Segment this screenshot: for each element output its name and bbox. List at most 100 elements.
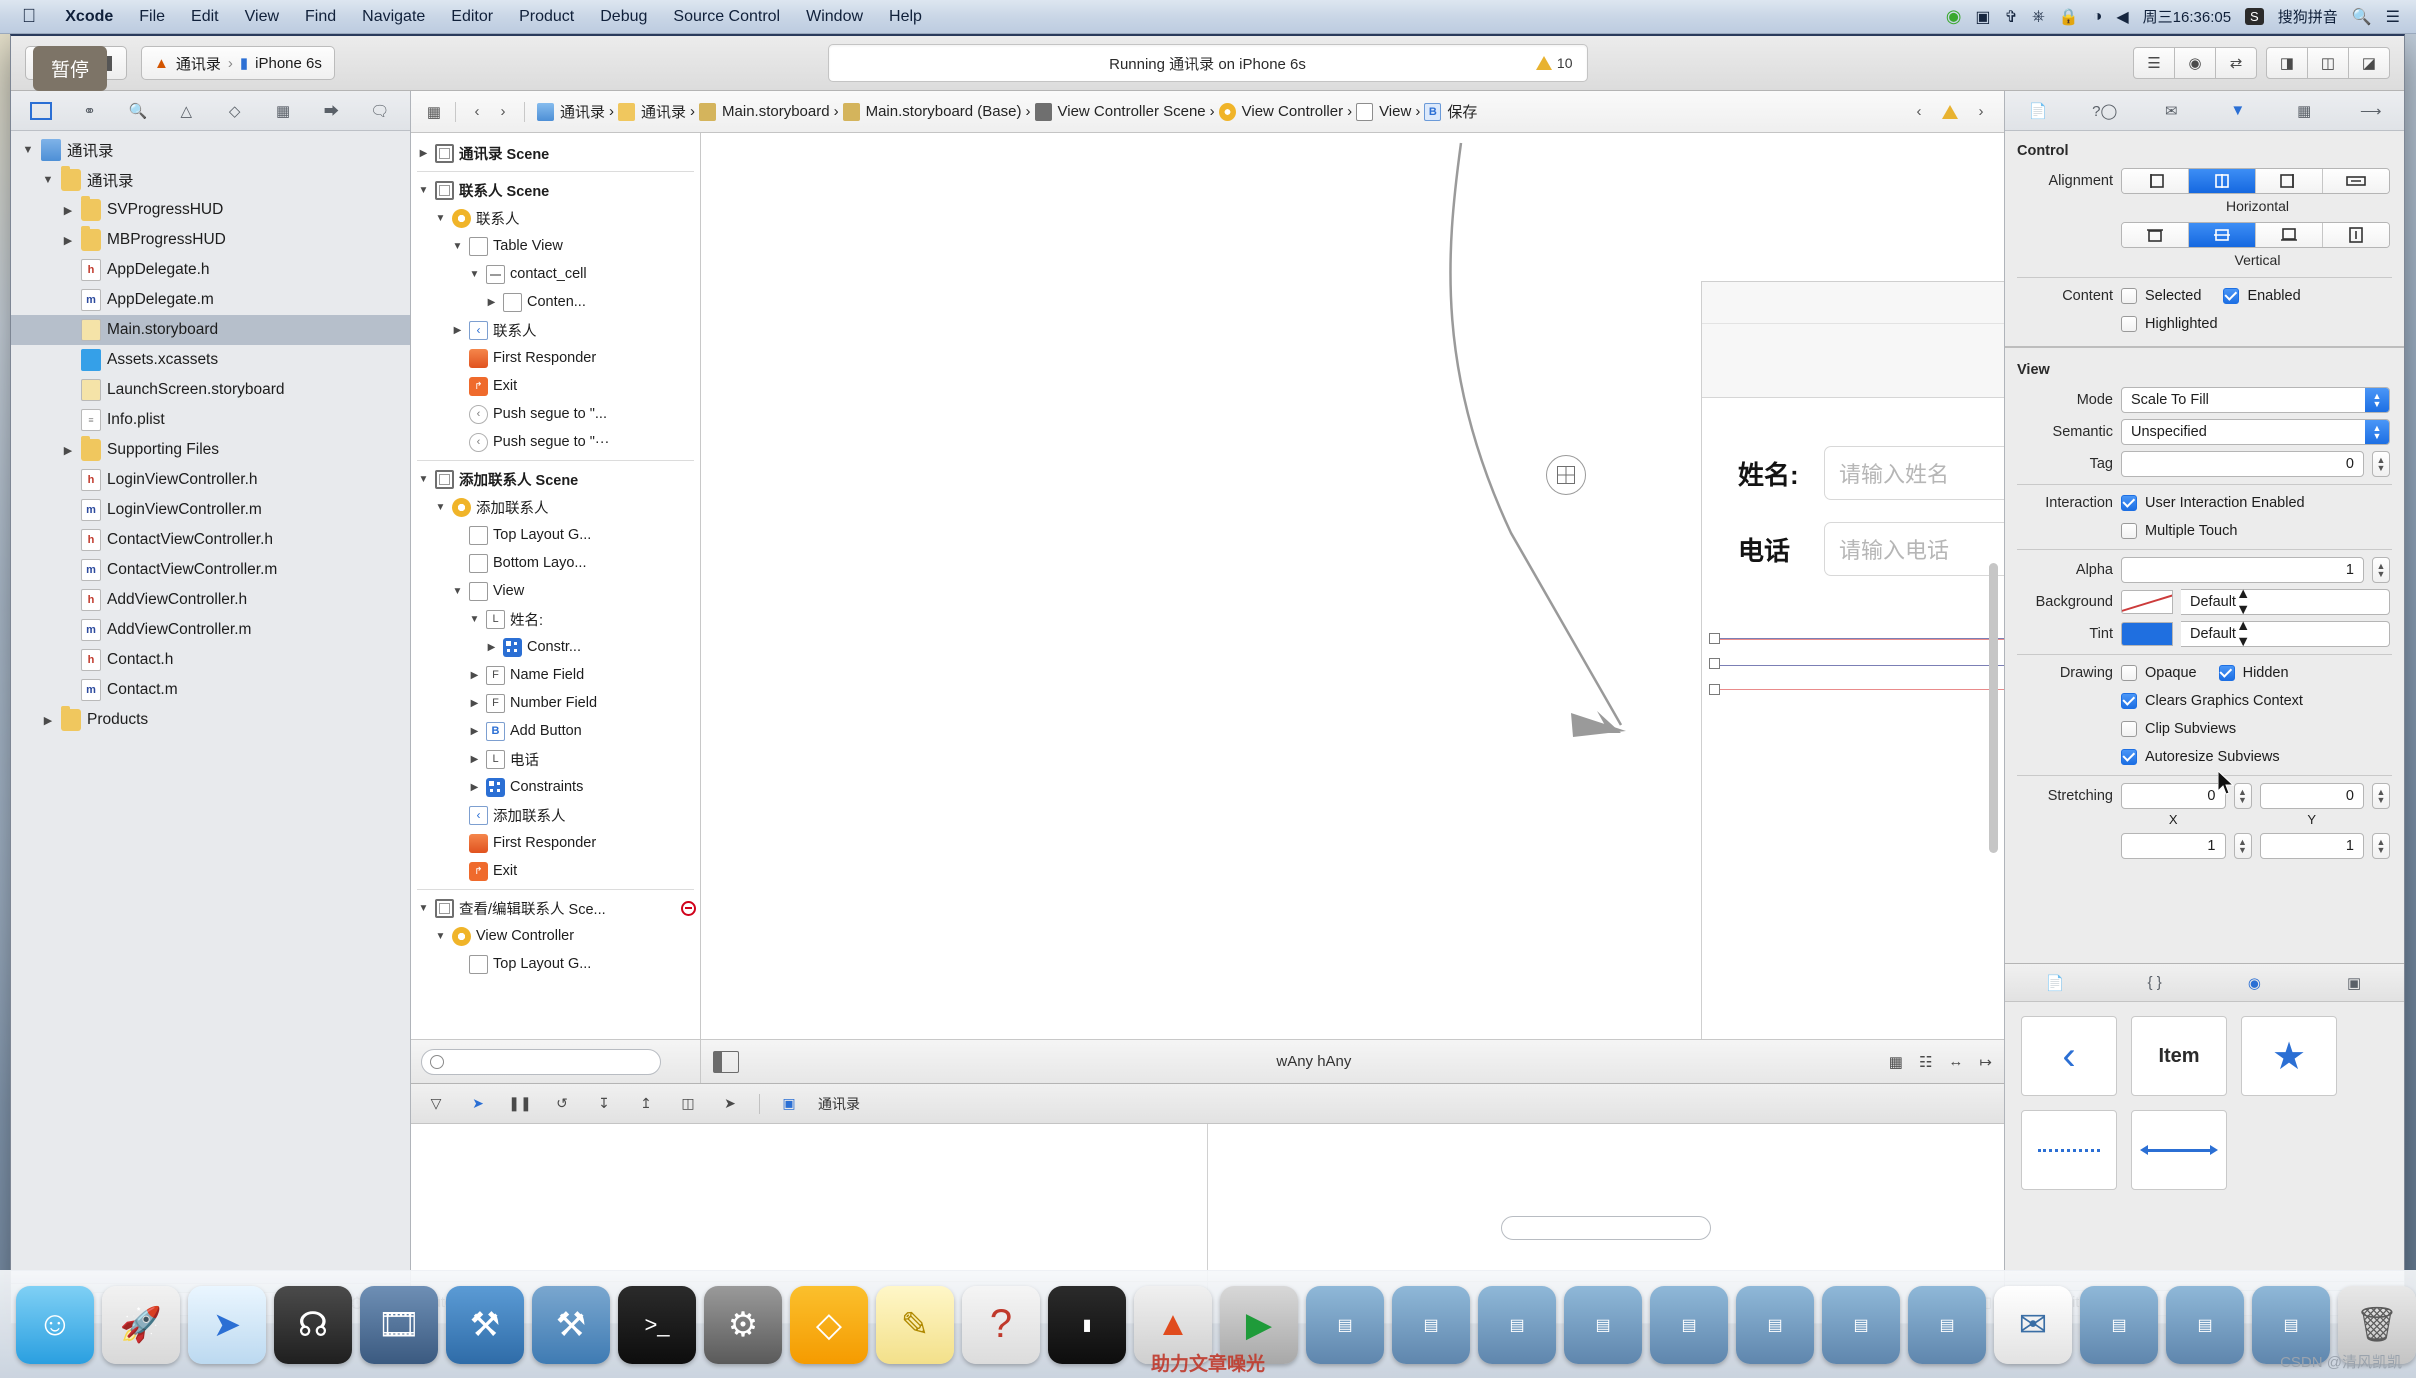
file-row[interactable]: LaunchScreen.storyboard	[11, 375, 410, 405]
disclosure-down-icon[interactable]: ▼	[434, 213, 447, 224]
disclosure-down-icon[interactable]: ▼	[451, 241, 464, 252]
outline-row[interactable]: ‹ Push segue to "···	[411, 428, 700, 456]
outline-row[interactable]: ‹ Push segue to "...	[411, 400, 700, 428]
breadcrumb-item[interactable]: View Controller	[1215, 102, 1347, 121]
library-item-flexible-space[interactable]	[2131, 1110, 2227, 1190]
outline-row[interactable]: ▼ 查看/编辑联系人 Sce...	[411, 894, 700, 922]
hide-utilities-icon[interactable]: ◪	[2348, 47, 2390, 79]
dock-item-window-3[interactable]: ▤	[1478, 1285, 1556, 1364]
project-navigator-icon[interactable]	[17, 97, 65, 125]
view-controller-scene-canvas[interactable]: 查看/编辑联系人 编辑 姓名: 请输入姓名 电话 请输入电话	[1701, 281, 2004, 1039]
file-row[interactable]: h LoginViewController.h	[11, 465, 410, 495]
disclosure-right-icon[interactable]: ▶	[468, 698, 481, 709]
menu-item-xcode[interactable]: Xcode	[52, 8, 126, 26]
attributes-inspector-icon[interactable]: ▼	[2205, 102, 2272, 119]
notification-center-icon[interactable]: ☰	[2386, 7, 2400, 27]
dock-item-window-7[interactable]: ▤	[1822, 1285, 1900, 1364]
menu-item-find[interactable]: Find	[292, 8, 349, 26]
disclosure-right-icon[interactable]: ▶	[451, 325, 464, 336]
menu-item-editor[interactable]: Editor	[438, 8, 506, 26]
opaque-checkbox[interactable]	[2121, 665, 2137, 681]
object-library-icon[interactable]: ◉	[2205, 974, 2305, 992]
multiple-touch-checkbox[interactable]	[2121, 523, 2137, 539]
pin-icon[interactable]: ↔	[1948, 1053, 1963, 1071]
warning-chip[interactable]: 10	[1535, 55, 1573, 71]
resolve-icon[interactable]: ↦	[1979, 1053, 1992, 1071]
search-icon[interactable]: 🔍	[114, 97, 162, 125]
file-inspector-icon[interactable]: 📄	[2005, 102, 2072, 120]
outline-row[interactable]: ▼ View	[411, 577, 700, 605]
menu-item-window[interactable]: Window	[793, 8, 876, 26]
file-row[interactable]: m LoginViewController.m	[11, 495, 410, 525]
resize-handle-bl[interactable]	[1709, 684, 1720, 695]
dock-item-window-6[interactable]: ▤	[1736, 1285, 1814, 1364]
dock-item-pycharm[interactable]: ?	[962, 1285, 1040, 1364]
library-item-back-chevron[interactable]: ‹	[2021, 1016, 2117, 1096]
version-editor-icon[interactable]: ⇄	[2215, 47, 2257, 79]
file-row[interactable]: h Contact.h	[11, 645, 410, 675]
background-color-swatch[interactable]	[2121, 590, 2173, 614]
dock-item-notes[interactable]: ✎	[876, 1285, 954, 1364]
error-badge-icon[interactable]	[681, 900, 696, 916]
highlighted-checkbox[interactable]	[2121, 316, 2137, 332]
attributes-inspector-body[interactable]: Control Alignment Horizontal Vertical Co…	[2005, 131, 2404, 963]
outline-row[interactable]: Top Layout G...	[411, 521, 700, 549]
storyboard-canvas[interactable]: 查看/编辑联系人 编辑 姓名: 请输入姓名 电话 请输入电话	[701, 133, 2004, 1039]
hide-debug-icon[interactable]: ◫	[2307, 47, 2349, 79]
stretch-width-field[interactable]: 1	[2121, 833, 2226, 859]
stretch-height-field[interactable]: 1	[2259, 833, 2364, 859]
assistant-editor-icon[interactable]: ◉	[2174, 47, 2216, 79]
stretch-y-field[interactable]: 0	[2259, 783, 2364, 809]
breadcrumb-item[interactable]: View	[1352, 102, 1415, 121]
file-row[interactable]: m Contact.m	[11, 675, 410, 705]
tint-color-popup[interactable]: Default ▲ ▼	[2181, 618, 2390, 650]
file-row[interactable]: ≡ Info.plist	[11, 405, 410, 435]
canvas-vertical-scrollbar[interactable]	[1989, 563, 1998, 853]
disclosure-down-icon[interactable]: ▼	[434, 502, 447, 513]
hide-navigator-icon[interactable]: ◨	[2266, 47, 2308, 79]
outline-row[interactable]: ▼ View Controller	[411, 922, 700, 950]
related-items-icon[interactable]: ▦	[421, 103, 447, 121]
lock-icon[interactable]: 🔒	[2059, 7, 2079, 27]
disclosure-down-icon[interactable]: ▼	[417, 903, 430, 914]
step-over-icon[interactable]: ↺	[549, 1093, 575, 1115]
report-icon[interactable]: 🗨	[356, 97, 404, 125]
connections-inspector-icon[interactable]: ⟶	[2338, 102, 2405, 120]
clears-graphics-context-checkbox[interactable]	[2121, 693, 2137, 709]
save-button-selected[interactable]: 保存	[1720, 638, 2004, 666]
menu-item-source-control[interactable]: Source Control	[660, 8, 793, 26]
breadcrumb-item[interactable]: 通讯录	[533, 101, 609, 122]
file-template-library-icon[interactable]: 📄	[2005, 974, 2105, 992]
menu-item-product[interactable]: Product	[506, 8, 587, 26]
test-icon[interactable]: ◇	[211, 97, 259, 125]
menubar-clock[interactable]: 周三16:36:05	[2143, 6, 2231, 27]
dock-item-terminal[interactable]: >_	[618, 1285, 696, 1364]
outline-row[interactable]: Bottom Layo...	[411, 549, 700, 577]
dock-item-window-4[interactable]: ▤	[1564, 1285, 1642, 1364]
semantic-popup[interactable]: Unspecified ▲ ▼	[2121, 419, 2390, 445]
menu-item-help[interactable]: Help	[876, 8, 935, 26]
outline-row[interactable]: ▼ Table View	[411, 232, 700, 260]
quick-help-icon[interactable]: ?​◯	[2072, 102, 2139, 120]
outline-row[interactable]: First Responder	[411, 829, 700, 857]
outline-row[interactable]: ▼ 添加联系人	[411, 493, 700, 521]
document-outline-list[interactable]: ▶ 通讯录 Scene ▼ 联系人 Scene ▼ 联系人 ▼ Table View ▼ cont…	[411, 133, 700, 1039]
align-center-icon[interactable]	[2189, 169, 2256, 193]
play-circle-icon[interactable]: ◉	[1946, 6, 1962, 27]
selected-checkbox[interactable]	[2121, 288, 2137, 304]
align-fill-icon[interactable]	[2323, 169, 2389, 193]
chevron-right-icon[interactable]: ›	[1968, 103, 1994, 120]
autoresize-subviews-checkbox[interactable]	[2121, 749, 2137, 765]
project-file-list[interactable]: ▼ 通讯录 ▼ 通讯录 ▶ SVProgressHUD ▶ MBProgressHUD h App…	[11, 131, 410, 1283]
screen-record-icon[interactable]: ▣	[1975, 7, 1990, 27]
outline-row[interactable]: ▼ L 姓名:	[411, 605, 700, 633]
disclosure-right-icon[interactable]: ▶	[468, 782, 481, 793]
tag-field[interactable]: 0	[2121, 451, 2364, 477]
file-row[interactable]: ▼ 通讯录	[11, 135, 410, 165]
stretch-width-stepper[interactable]: ▲ ▼	[2233, 833, 2252, 859]
issue-icon[interactable]: △	[162, 97, 210, 125]
file-row[interactable]: h ContactViewController.h	[11, 525, 410, 555]
tint-color-swatch[interactable]	[2121, 622, 2173, 646]
dock-item-window-5[interactable]: ▤	[1650, 1285, 1728, 1364]
chevron-left-icon[interactable]: ‹	[464, 103, 490, 120]
